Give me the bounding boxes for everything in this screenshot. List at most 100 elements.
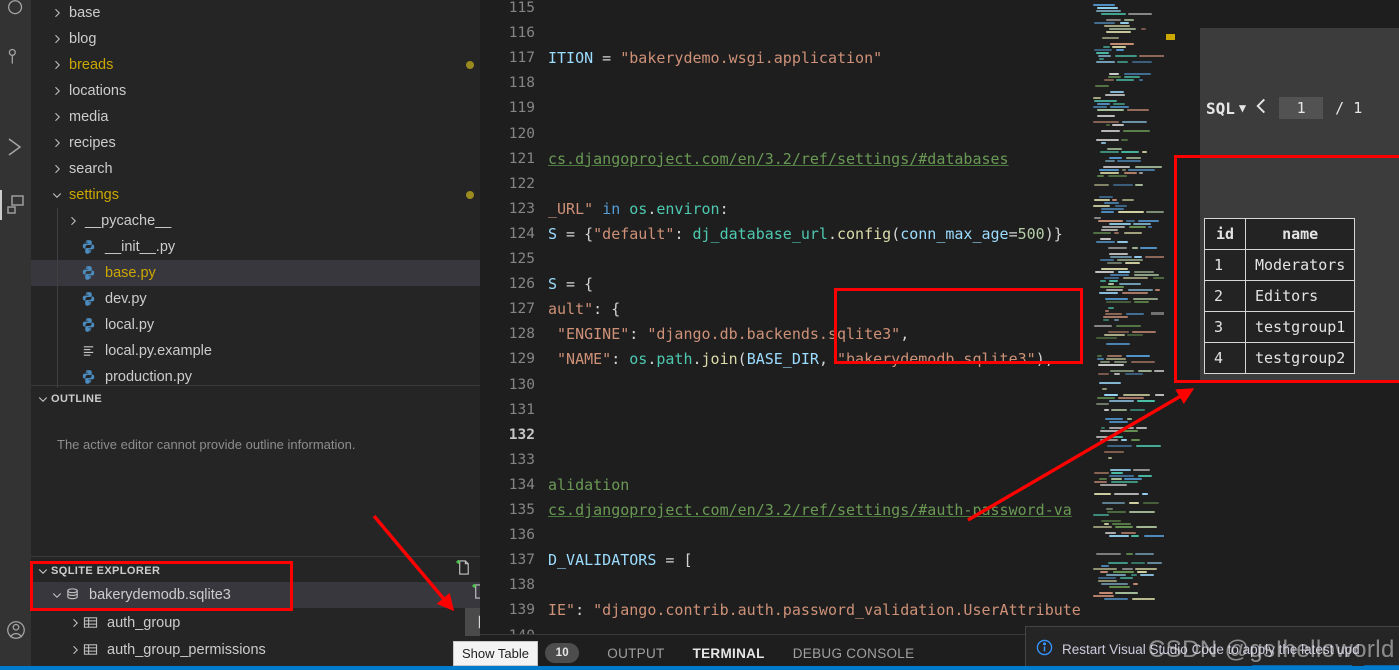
- minimap-line: [1110, 274, 1129, 276]
- tree-file-row[interactable]: __init__.py: [31, 234, 514, 260]
- minimap-line: [1100, 430, 1119, 432]
- minimap-line: [1135, 553, 1154, 555]
- chevron-right-icon: [49, 161, 65, 177]
- minimap-line: [1100, 361, 1110, 363]
- notification-toast[interactable]: Restart Visual Studio Code to apply the …: [1025, 626, 1399, 670]
- minimap-line: [1104, 451, 1124, 453]
- minimap-line: [1101, 427, 1105, 429]
- code-line: ault": {: [548, 300, 621, 319]
- minimap-line: [1114, 373, 1120, 375]
- minimap-line: [1109, 400, 1134, 402]
- table-icon: [83, 642, 100, 658]
- minimap-line: [1113, 103, 1125, 105]
- minimap-line: [1128, 289, 1153, 291]
- sql-result-toolbar: SQL ▼ 1 / 1: [1200, 88, 1362, 128]
- tree-folder-row[interactable]: search: [31, 156, 498, 182]
- minimap[interactable]: [1089, 0, 1164, 634]
- tree-folder-row[interactable]: breads: [31, 52, 498, 78]
- minimap-line: [1143, 502, 1159, 504]
- tree-folder-row[interactable]: settings: [31, 182, 498, 208]
- minimap-line: [1096, 10, 1121, 12]
- overview-ruler[interactable]: [1164, 0, 1178, 634]
- chevron-down-icon: [49, 587, 65, 603]
- sqlite-table-row[interactable]: auth_group_permissions: [31, 637, 516, 663]
- outline-section-header[interactable]: OUTLINE: [31, 388, 480, 410]
- line-number: 116: [508, 25, 535, 42]
- code-line: S = {: [548, 275, 594, 294]
- accounts-icon[interactable]: [0, 615, 31, 645]
- column-header[interactable]: id: [1204, 218, 1246, 250]
- minimap-line: [1135, 166, 1162, 168]
- tree-folder-row[interactable]: media: [31, 104, 498, 130]
- sqlite-database-row[interactable]: bakerydemodb.sqlite3: [31, 582, 498, 608]
- chevron-left-icon[interactable]: [1254, 97, 1269, 120]
- minimap-line: [1137, 400, 1155, 402]
- minimap-line: [1122, 169, 1126, 171]
- tree-file-row[interactable]: production.py: [31, 364, 514, 390]
- table-row[interactable]: 2 Editors: [1204, 280, 1356, 312]
- chevron-right-icon: [49, 5, 65, 21]
- tree-folder-row[interactable]: recipes: [31, 130, 498, 156]
- sqlite-table-row[interactable]: auth_group: [31, 610, 516, 636]
- tree-file-row[interactable]: local.py: [31, 312, 514, 338]
- minimap-line: [1097, 397, 1115, 399]
- minimap-line: [1094, 22, 1115, 24]
- chevron-down-icon: [49, 187, 65, 203]
- line-number: 131: [508, 401, 535, 418]
- minimap-line: [1134, 301, 1149, 303]
- page-input[interactable]: 1: [1279, 97, 1324, 119]
- tree-item-label: __pycache__: [85, 213, 172, 229]
- minimap-line: [1105, 532, 1116, 534]
- tree-file-row[interactable]: dev.py: [31, 286, 514, 312]
- minimap-line: [1097, 115, 1115, 117]
- line-number: 133: [508, 451, 535, 468]
- extensions-icon[interactable]: [0, 190, 33, 220]
- sql-result-table[interactable]: id name 1 Moderators 2 Editors 3 testgroup1 4 tes…: [1204, 218, 1356, 374]
- minimap-scrollbar[interactable]: [1151, 312, 1164, 315]
- tree-folder-row[interactable]: base: [31, 0, 498, 26]
- minimap-line: [1094, 493, 1111, 495]
- tree-folder-row[interactable]: __pycache__: [31, 208, 514, 234]
- minimap-line: [1104, 277, 1119, 279]
- minimap-line: [1127, 418, 1132, 420]
- minimap-line: [1100, 439, 1118, 441]
- search-icon[interactable]: [0, 0, 31, 24]
- minimap-line: [1112, 46, 1126, 48]
- minimap-line: [1110, 256, 1132, 258]
- source-control-icon[interactable]: [0, 42, 31, 72]
- table-row[interactable]: 4 testgroup2: [1204, 342, 1356, 374]
- minimap-line: [1124, 19, 1134, 21]
- run-debug-icon[interactable]: [0, 132, 31, 162]
- panel-tab-output[interactable]: OUTPUT: [607, 646, 664, 661]
- minimap-line: [1099, 478, 1107, 480]
- tree-file-row[interactable]: local.py.example: [31, 338, 514, 364]
- minimap-line: [1097, 103, 1110, 105]
- sqlite-explorer-section-header[interactable]: SQLITE EXPLORER: [31, 560, 480, 582]
- minimap-line: [1099, 382, 1121, 384]
- code-line: cs.djangoproject.com/en/3.2/ref/settings…: [548, 501, 1072, 519]
- panel-tab-debug-console[interactable]: DEBUG CONSOLE: [793, 646, 915, 661]
- minimap-line: [1097, 358, 1104, 360]
- table-row[interactable]: 3 testgroup1: [1204, 311, 1356, 343]
- chevron-down-icon[interactable]: ▼: [1239, 101, 1246, 115]
- tree-file-row[interactable]: base.py1: [31, 260, 514, 286]
- outline-empty-message: The active editor cannot provide outline…: [57, 437, 356, 452]
- bottom-panel-tabs[interactable]: BLEMS10OUTPUTTERMINALDEBUG CONSOLE: [490, 635, 914, 670]
- minimap-line: [1138, 475, 1152, 477]
- minimap-line: [1096, 553, 1121, 555]
- tree-folder-row[interactable]: blog: [31, 26, 498, 52]
- column-header[interactable]: name: [1244, 218, 1356, 250]
- explorer-sidebar: base blog breads locations media recipes searc…: [31, 0, 514, 670]
- minimap-line: [1097, 7, 1118, 9]
- minimap-line: [1114, 319, 1119, 321]
- new-query-icon[interactable]: [455, 559, 472, 576]
- chevron-right-icon: [49, 83, 65, 99]
- minimap-line: [1136, 526, 1157, 528]
- minimap-line: [1154, 370, 1164, 372]
- minimap-line: [1135, 184, 1143, 186]
- panel-tab-terminal[interactable]: TERMINAL: [693, 646, 765, 661]
- tree-folder-row[interactable]: locations: [31, 78, 498, 104]
- table-row[interactable]: 1 Moderators: [1204, 249, 1356, 281]
- chevron-down-icon: [35, 563, 51, 579]
- line-number: 119: [508, 100, 535, 117]
